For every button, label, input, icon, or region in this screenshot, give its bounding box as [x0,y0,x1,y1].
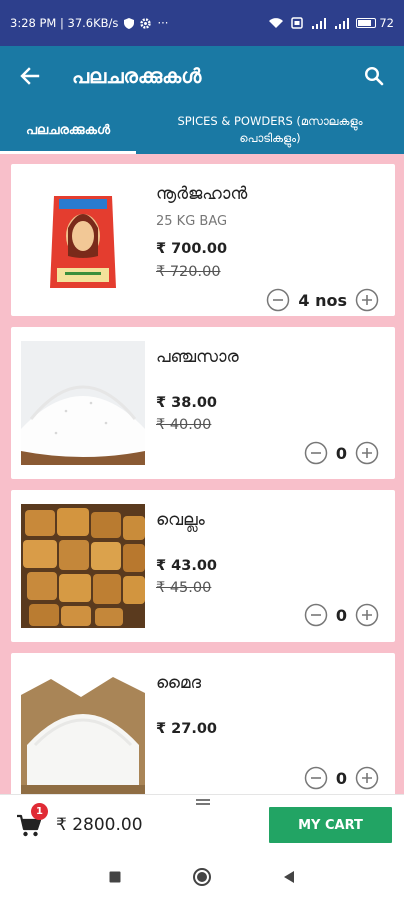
sim-icon [291,17,304,29]
signal-icon-2 [335,18,350,29]
increase-button[interactable] [355,766,379,790]
product-card[interactable]: മൈദ ₹ 27.00 0 [11,653,395,794]
my-cart-button[interactable]: MY CART [269,807,392,843]
plus-icon [355,288,379,312]
status-bar: 3:28 PM | 37.6KB/s ··· 72 [0,0,404,46]
product-name: നൂർജഹാൻ [156,184,248,204]
product-price: ₹ 38.00 [156,395,218,411]
home-icon[interactable] [192,867,212,887]
tab-spices-powders[interactable]: SPICES & POWDERS (മസാലകളും പൊടികളും) [136,106,404,154]
minus-icon [267,288,290,312]
status-time: 3:28 PM | 37.6KB/s [10,16,119,30]
signal-icon-1 [312,18,327,29]
decrease-button[interactable] [304,603,328,627]
increase-button[interactable] [355,288,379,312]
drag-handle-icon[interactable] [196,799,210,805]
product-name: വെല്ലം [156,510,205,530]
increase-button[interactable] [355,603,379,627]
quantity-stepper: 0 [304,766,379,790]
quantity-value: 0 [335,605,347,625]
product-price: ₹ 700.00 [156,241,228,257]
page-title: പലചരക്കുകൾ [72,64,202,88]
product-mrp: ₹ 40.00 [156,417,212,433]
plus-icon [355,603,379,627]
battery-indicator: 72 [356,16,394,30]
product-image-rice-bag [21,178,145,302]
arrow-left-icon [20,67,40,85]
product-price: ₹ 43.00 [156,558,218,574]
plus-icon [355,766,379,790]
product-image-jaggery [21,504,145,628]
wifi-icon [269,18,284,28]
battery-level: 72 [379,16,394,30]
product-card[interactable]: വെല്ലം ₹ 43.00 ₹ 45.00 0 [11,490,395,642]
minus-icon [304,603,328,627]
product-price: ₹ 27.00 [156,721,218,737]
plus-icon [355,441,379,465]
quantity-value: 0 [335,443,347,463]
tab-groceries-label: പലചരക്കുകൾ [25,122,111,138]
quantity-stepper: 4 nos [266,288,379,312]
system-nav-bar [0,854,404,900]
product-list[interactable]: നൂർജഹാൻ 25 KG BAG ₹ 700.00 ₹ 720.00 4 no… [0,154,404,794]
category-tabs: പലചരക്കുകൾ SPICES & POWDERS (മസാലകളും പൊ… [0,106,404,154]
cart-total: ₹ 2800.00 [56,815,143,835]
product-image-maida-flour [21,675,145,794]
product-name: മൈദ [156,673,202,693]
product-mrp: ₹ 720.00 [156,264,221,280]
decrease-button[interactable] [304,766,328,790]
search-icon [364,66,384,86]
product-pack-size: 25 KG BAG [156,214,228,229]
tab-spices-powders-label: SPICES & POWDERS (മസാലകളും പൊടികളും) [177,113,363,145]
decrease-button[interactable] [266,288,290,312]
search-button[interactable] [344,46,404,106]
quantity-stepper: 0 [304,603,379,627]
product-card[interactable]: പഞ്ചസാര ₹ 38.00 ₹ 40.00 0 [11,327,395,479]
minus-icon [304,441,328,465]
status-more: ··· [157,16,169,30]
product-mrp: ₹ 45.00 [156,580,212,596]
quantity-stepper: 0 [304,441,379,465]
battery-icon [356,18,377,28]
product-name: പഞ്ചസാര [156,347,239,367]
back-icon[interactable] [282,870,296,884]
app-bar: പലചരക്കുകൾ [0,46,404,106]
increase-button[interactable] [355,441,379,465]
recents-icon[interactable] [108,870,122,884]
quantity-value: 4 nos [298,290,347,310]
back-button[interactable] [0,46,60,106]
cart-count-badge: 1 [31,803,48,820]
decrease-button[interactable] [304,441,328,465]
quantity-value: 0 [335,768,347,788]
tab-groceries[interactable]: പലചരക്കുകൾ [0,106,136,154]
product-image-sugar [21,341,145,465]
settings-icon [140,17,152,29]
cart-bar: 1 ₹ 2800.00 MY CART [0,794,404,854]
shield-icon [124,17,135,29]
minus-icon [304,766,328,790]
product-card[interactable]: നൂർജഹാൻ 25 KG BAG ₹ 700.00 ₹ 720.00 4 no… [11,164,395,316]
